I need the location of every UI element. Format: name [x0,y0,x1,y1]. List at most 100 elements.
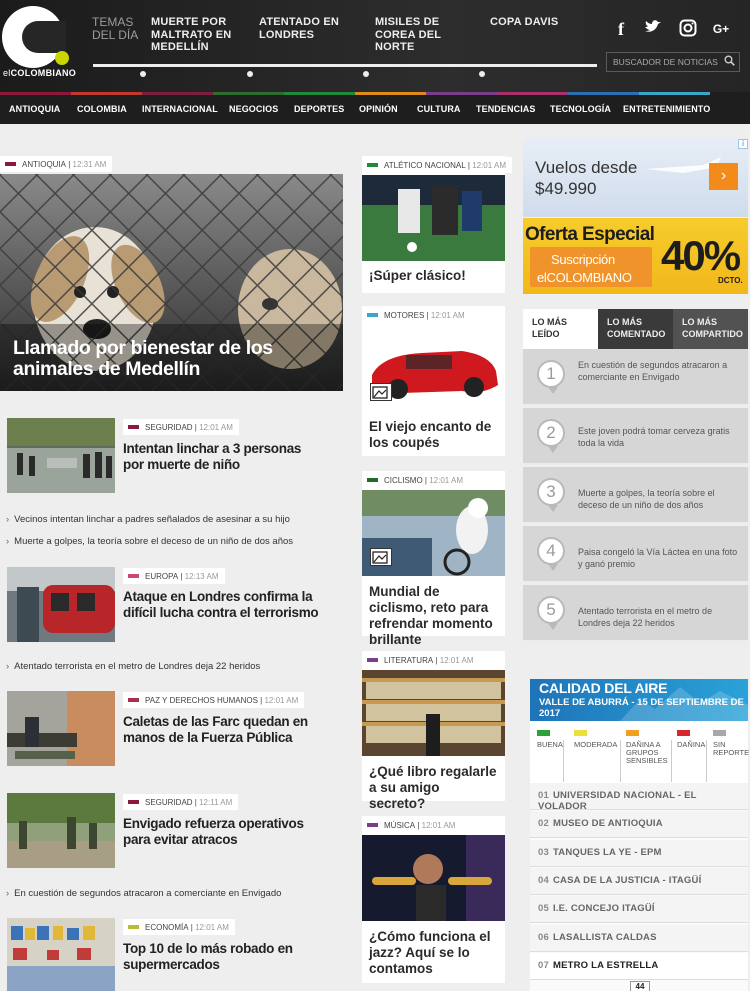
section-tag[interactable]: CICLISMO | 12:01 AM [362,472,470,488]
nav-item-tecnologia[interactable]: TECNOLOGÍA [550,104,611,114]
station-row[interactable]: 02 MUSEO DE ANTIOQUIA [530,811,748,838]
section-color-bar [128,698,139,702]
story-image[interactable] [7,567,115,642]
card-title[interactable]: ¿Qué libro regalarle a su amigo secreto? [369,764,499,812]
nav-item-entretenimiento[interactable]: ENTRETENIMIENTO [623,104,710,114]
lead-story-title[interactable]: Llamado por bienestar de los animales de… [13,338,313,380]
ranked-item-text[interactable]: En cuestión de segundos atracaron a come… [578,359,738,383]
story-image[interactable] [7,418,115,493]
chevron-right-icon[interactable]: › [709,163,738,190]
topic-link-corea[interactable]: MISILES DE COREA DEL NORTE [375,16,475,54]
twitter-icon[interactable] [643,19,663,39]
search-icon[interactable] [724,55,735,69]
instagram-icon[interactable] [678,19,698,41]
station-row[interactable]: 06 LASALLISTA CALDAS [530,925,748,952]
ranked-item[interactable]: 3 Muerte a golpes, la teoría sobre el dec… [523,467,748,524]
nav-item-tendencias[interactable]: TENDENCIAS [476,104,536,114]
card-title[interactable]: ¿Cómo funciona el jazz? Aquí se lo conta… [369,929,499,977]
tab-mas-compartido[interactable]: LO MÁS COMPARTIDO [673,309,748,349]
card-title[interactable]: El viejo encanto de los coupés [369,419,499,451]
nav-item-antioquia[interactable]: ANTIOQUIA [9,104,60,114]
timeline-dot[interactable] [479,71,485,77]
section-tag[interactable]: SEGURIDAD | 12:11 AM [123,794,239,810]
legend-divider [671,740,672,782]
ad-info-icon[interactable]: i [738,139,748,149]
section-color-bar [128,800,139,804]
story-image[interactable] [7,793,115,868]
section-tag[interactable]: LITERATURA | 12:01 AM [362,652,480,668]
logo-dot [55,51,69,65]
station-row[interactable]: 05 I.E. CONCEJO ITAGÜÍ [530,896,748,923]
timeline-dot[interactable] [363,71,369,77]
card-title[interactable]: Mundial de ciclismo, reto para refrendar… [369,584,499,648]
search-input[interactable]: BUSCADOR DE NOTICIAS [606,52,740,72]
legend-item-buena: BUENA [537,730,567,749]
ranked-item-text[interactable]: Paisa congeló la Vía Láctea en una foto … [578,546,738,570]
nav-item-cultura[interactable]: CULTURA [417,104,461,114]
related-link[interactable]: Vecinos intentan linchar a padres señala… [6,514,290,525]
legend-item-sensibles: DAÑINA A GRUPOS SENSIBLES [626,730,668,765]
card-image[interactable] [362,175,505,261]
section-tag[interactable]: MÚSICA | 12:01 AM [362,817,462,833]
gallery-icon[interactable] [370,548,392,566]
story-image[interactable] [7,918,115,991]
section-tag[interactable]: ECONOMÍA | 12:01 AM [123,919,235,935]
station-row[interactable]: 07 METRO LA ESTRELLA [530,953,748,980]
nav-item-internacional[interactable]: INTERNACIONAL [142,104,218,114]
rank-badge: 5 [537,596,565,630]
card-title[interactable]: ¡Súper clásico! [369,268,499,284]
tab-mas-comentado[interactable]: LO MÁS COMENTADO [598,309,673,349]
ranked-item[interactable]: 2 Este joven podrá tomar cerveza gratis t… [523,408,748,465]
card-image[interactable] [362,670,505,756]
station-value-badge: 44 [630,981,650,991]
section-color-bar [367,658,378,662]
nav-stripe-segment [639,92,710,95]
nav-item-colombia[interactable]: COLOMBIA [77,104,127,114]
topic-link-davis[interactable]: COPA DAVIS [490,16,570,29]
section-tag[interactable]: MOTORES | 12:01 AM [362,307,471,323]
rank-badge: 2 [537,419,565,453]
tab-mas-leido[interactable]: LO MÁS LEÍDO [523,309,598,349]
nav-item-negocios[interactable]: NEGOCIOS [229,104,278,114]
flight-ad-text[interactable]: Vuelos desde $49.990 [535,157,637,199]
card-image[interactable] [362,835,505,921]
nav-item-deportes[interactable]: DEPORTES [294,104,344,114]
ranked-item[interactable]: 1 En cuestión de segundos atracaron a com… [523,349,748,406]
logo-wordmark[interactable]: elCOLOMBIANO [3,68,76,78]
gallery-icon[interactable] [370,383,392,401]
ranked-item-text[interactable]: Este joven podrá tomar cerveza gratis to… [578,425,738,449]
related-link[interactable]: Atentado terrorista en el metro de Londr… [6,661,260,672]
rank-badge: 1 [537,360,565,394]
story-title[interactable]: Intentan linchar a 3 personas por muerte… [123,441,323,473]
story-title[interactable]: Caletas de las Farc quedan en manos de l… [123,714,323,746]
nav-item-opinion[interactable]: OPINIÓN [359,104,398,114]
topic-link-maltrato[interactable]: MUERTE POR MALTRATO EN MEDELLÍN [151,16,241,54]
timeline-dot[interactable] [140,71,146,77]
ranked-item[interactable]: 4 Paisa congeló la Vía Láctea en una foto… [523,526,748,583]
air-quality-title: CALIDAD DEL AIRE [539,680,668,696]
station-row[interactable]: 04 CASA DE LA JUSTICIA - ITAGÜÍ [530,868,748,895]
section-tag[interactable]: SEGURIDAD | 12:01 AM [123,419,239,435]
facebook-icon[interactable]: f [611,19,631,40]
story-title[interactable]: Ataque en Londres confirma la difícil lu… [123,589,323,621]
section-tag[interactable]: ATLÉTICO NACIONAL | 12:01 AM [362,157,512,173]
ranked-item-text[interactable]: Atentado terrorista en el metro de Londr… [578,605,738,629]
section-tag[interactable]: PAZ Y DERECHOS HUMANOS | 12:01 AM [123,692,305,708]
station-row[interactable]: 01 UNIVERSIDAD NACIONAL - EL VOLADOR [530,783,748,812]
section-tag[interactable]: ANTIOQUIA | 12:31 AM [0,156,113,172]
story-title[interactable]: Top 10 de lo más robado en supermercados [123,941,323,973]
section-color-bar [367,823,378,827]
story-title[interactable]: Envigado refuerza operativos para evitar… [123,816,333,848]
topic-link-londres[interactable]: ATENTADO EN LONDRES [259,16,349,41]
story-image[interactable] [7,691,115,766]
ranked-item-text[interactable]: Muerte a golpes, la teoría sobre el dece… [578,487,738,511]
ranked-item[interactable]: 5 Atentado terrorista en el metro de Lond… [523,585,748,642]
section-tag[interactable]: EUROPA | 12:13 AM [123,568,225,584]
google-plus-icon[interactable]: G+ [709,22,733,36]
section-color-bar [367,163,378,167]
related-link[interactable]: Muerte a golpes, la teoría sobre el dece… [6,536,293,547]
station-row[interactable]: 03 TANQUES LA YE - EPM [530,840,748,867]
legend-item-danina: DAÑINA [677,730,707,749]
timeline-dot[interactable] [247,71,253,77]
related-link[interactable]: En cuestión de segundos atracaron a come… [6,888,281,899]
